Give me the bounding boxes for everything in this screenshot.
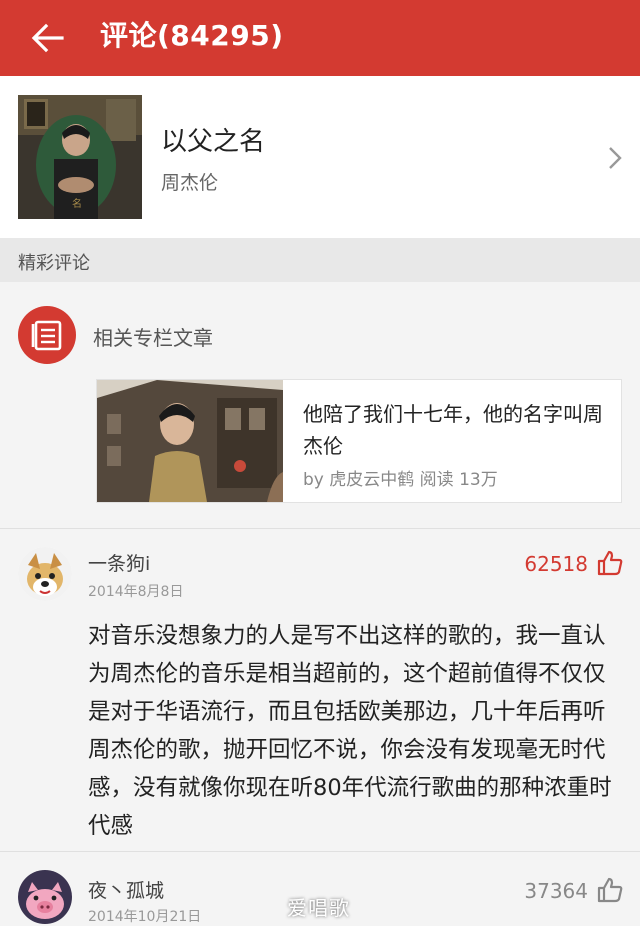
article-icon [18, 306, 76, 364]
page-title: 评论(84295) [100, 19, 284, 52]
thumbs-up-icon[interactable] [596, 549, 624, 577]
like-count: 62518 [524, 552, 588, 576]
chevron-right-icon [609, 147, 622, 169]
comment-date: 2014年10月21日 [88, 909, 202, 925]
arrow-left-icon[interactable] [28, 18, 68, 58]
comment-date: 2014年8月8日 [88, 584, 184, 600]
app-header: 评论(84295) [0, 0, 640, 76]
section-header: 精彩评论 [0, 238, 640, 282]
svg-text:名: 名 [72, 197, 82, 210]
related-label: 相关专栏文章 [93, 326, 213, 350]
related-articles: 相关专栏文章 他陪了我们十七年，他的名字叫周杰伦 by 虎皮云中鹤 阅读 13万 [0, 282, 640, 528]
comment-text: 对音乐没想象力的人是写不出这样的歌的，我一直认为周杰伦的音乐是相当超前的，这个超… [88, 623, 612, 839]
song-artist: 周杰伦 [161, 172, 219, 194]
comment-username[interactable]: 一条狗i [88, 549, 150, 576]
thumbs-up-icon[interactable] [596, 876, 624, 904]
album-cover-image: 名 [18, 95, 142, 219]
like-count: 37364 [524, 879, 588, 903]
avatar[interactable] [18, 547, 72, 601]
avatar[interactable] [18, 870, 72, 924]
article-title: 他陪了我们十七年，他的名字叫周杰伦 [303, 402, 603, 458]
article-meta: by 虎皮云中鹤 阅读 13万 [303, 470, 498, 490]
comment-item: 一条狗i 2014年8月8日 62518 对音乐没想象力的人是写不出这样的歌的，… [0, 528, 640, 852]
watermark-text: 爱唱歌 [287, 896, 350, 920]
song-title: 以父之名 [161, 127, 266, 157]
song-info-row[interactable]: 名 以父之名 周杰伦 [0, 76, 640, 238]
article-thumbnail-image [97, 380, 283, 502]
section-label: 精彩评论 [18, 253, 90, 274]
article-card[interactable]: 他陪了我们十七年，他的名字叫周杰伦 by 虎皮云中鹤 阅读 13万 [96, 379, 622, 503]
comment-username[interactable]: 夜丶孤城 [88, 876, 164, 903]
